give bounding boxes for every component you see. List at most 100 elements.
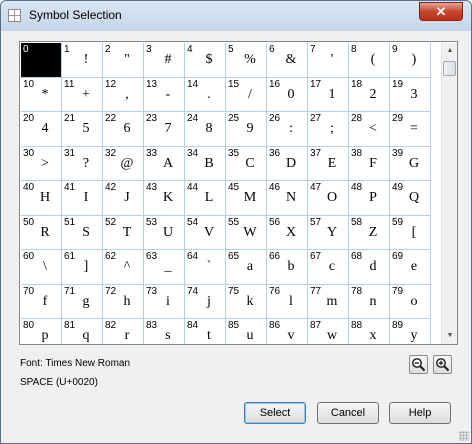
symbol-cell[interactable]: 65 a — [226, 250, 267, 285]
symbol-cell[interactable]: 72 h — [103, 284, 144, 319]
symbol-cell[interactable]: 68 d — [349, 250, 390, 285]
symbol-cell[interactable]: 45 M — [226, 181, 267, 216]
select-button[interactable]: Select — [244, 402, 306, 424]
symbol-cell[interactable]: 21 5 — [62, 112, 103, 147]
symbol-cell[interactable]: 48 P — [349, 181, 390, 216]
close-button[interactable]: ✕ — [419, 2, 463, 21]
symbol-cell[interactable]: 75 k — [226, 284, 267, 319]
symbol-cell[interactable]: 55 W — [226, 215, 267, 250]
symbol-cell[interactable]: 79 o — [390, 284, 431, 319]
scroll-thumb[interactable] — [443, 61, 456, 76]
symbol-cell[interactable]: 71 g — [62, 284, 103, 319]
symbol-cell[interactable]: 69 e — [390, 250, 431, 285]
symbol-cell[interactable]: 34 B — [185, 146, 226, 181]
symbol-cell[interactable]: 20 4 — [21, 112, 62, 147]
symbol-cell[interactable]: 28 < — [349, 112, 390, 147]
symbol-cell[interactable]: 50 R — [21, 215, 62, 250]
symbol-cell[interactable]: 10 * — [21, 77, 62, 112]
symbol-cell[interactable]: 51 S — [62, 215, 103, 250]
symbol-cell[interactable]: 26: — [267, 112, 308, 147]
symbol-cell[interactable]: 12, — [103, 77, 144, 112]
symbol-cell[interactable]: 6 & — [267, 43, 308, 78]
symbol-cell[interactable]: 17 1 — [308, 77, 349, 112]
help-button[interactable]: Help — [389, 402, 451, 424]
symbol-cell[interactable]: 42 J — [103, 181, 144, 216]
symbol-cell[interactable]: 37 E — [308, 146, 349, 181]
symbol-cell[interactable]: 31? — [62, 146, 103, 181]
symbol-cell[interactable]: 89 y — [390, 319, 431, 344]
symbol-cell[interactable]: 80 p — [21, 319, 62, 344]
symbol-cell[interactable]: 8( — [349, 43, 390, 78]
symbol-cell[interactable]: 11 + — [62, 77, 103, 112]
symbol-cell[interactable]: 84 t — [185, 319, 226, 344]
symbol-cell[interactable]: 44 L — [185, 181, 226, 216]
symbol-cell[interactable]: 16 0 — [267, 77, 308, 112]
symbol-cell[interactable]: 70 f — [21, 284, 62, 319]
symbol-cell[interactable]: 2 " — [103, 43, 144, 78]
resize-grip-icon[interactable] — [459, 431, 469, 441]
symbol-cell[interactable]: 83 s — [144, 319, 185, 344]
symbol-cell[interactable]: 13- — [144, 77, 185, 112]
symbol-cell[interactable]: 56 X — [267, 215, 308, 250]
symbol-cell[interactable]: 3 # — [144, 43, 185, 78]
scroll-up-arrow-icon[interactable]: ▲ — [442, 43, 457, 59]
symbol-cell[interactable]: 47 O — [308, 181, 349, 216]
symbol-cell[interactable]: 38 F — [349, 146, 390, 181]
symbol-cell[interactable]: 41 I — [62, 181, 103, 216]
symbol-cell[interactable]: 27; — [308, 112, 349, 147]
symbol-cell[interactable]: 78 n — [349, 284, 390, 319]
symbol-cell[interactable]: 87 w — [308, 319, 349, 344]
symbol-cell[interactable]: 73 i — [144, 284, 185, 319]
scroll-down-arrow-icon[interactable]: ▼ — [442, 328, 457, 344]
symbol-cell[interactable]: 29 = — [390, 112, 431, 147]
symbol-cell[interactable]: 52 T — [103, 215, 144, 250]
symbol-cell[interactable]: 46 N — [267, 181, 308, 216]
symbol-cell[interactable]: 1! — [62, 43, 103, 78]
symbol-cell[interactable]: 85 u — [226, 319, 267, 344]
symbol-cell[interactable]: 63 _ — [144, 250, 185, 285]
symbol-cell[interactable]: 67 c — [308, 250, 349, 285]
symbol-cell[interactable]: 33 A — [144, 146, 185, 181]
symbol-cell[interactable]: 74 j — [185, 284, 226, 319]
title-bar[interactable]: Symbol Selection ✕ — [1, 1, 471, 31]
symbol-cell[interactable]: 40 H — [21, 181, 62, 216]
symbol-cell[interactable]: 23 7 — [144, 112, 185, 147]
symbol-cell[interactable]: 61] — [62, 250, 103, 285]
symbol-cell[interactable]: 15/ — [226, 77, 267, 112]
symbol-cell[interactable]: 24 8 — [185, 112, 226, 147]
zoom-out-button[interactable] — [409, 355, 428, 374]
symbol-cell[interactable]: 7 ' — [308, 43, 349, 78]
symbol-cell[interactable]: 35 C — [226, 146, 267, 181]
symbol-cell[interactable]: 59[ — [390, 215, 431, 250]
symbol-cell[interactable]: 88 x — [349, 319, 390, 344]
symbol-cell[interactable]: 18 2 — [349, 77, 390, 112]
symbol-cell[interactable]: 54 V — [185, 215, 226, 250]
symbol-cell[interactable]: 4 $ — [185, 43, 226, 78]
symbol-cell[interactable]: 30 > — [21, 146, 62, 181]
symbol-cell[interactable]: 62 ^ — [103, 250, 144, 285]
symbol-cell[interactable]: 60 \ — [21, 250, 62, 285]
symbol-cell[interactable]: 0 — [21, 43, 62, 78]
symbol-cell[interactable]: 49 Q — [390, 181, 431, 216]
cancel-button[interactable]: Cancel — [317, 402, 379, 424]
symbol-cell[interactable]: 9) — [390, 43, 431, 78]
symbol-cell[interactable]: 57 Y — [308, 215, 349, 250]
symbol-cell[interactable]: 5% — [226, 43, 267, 78]
symbol-cell[interactable]: 19 3 — [390, 77, 431, 112]
symbol-cell[interactable]: 43 K — [144, 181, 185, 216]
symbol-cell[interactable]: 66 b — [267, 250, 308, 285]
symbol-cell[interactable]: 53 U — [144, 215, 185, 250]
symbol-cell[interactable]: 36 D — [267, 146, 308, 181]
symbol-grid[interactable]: 0 1! 2 " 3 #4 $5% 6 & 7 ' 8(9) 10 * 11 +12, 13-14. 15/16 0… — [21, 43, 431, 344]
vertical-scrollbar[interactable]: ▲ ▼ — [441, 43, 457, 344]
symbol-cell[interactable]: 22 6 — [103, 112, 144, 147]
symbol-cell[interactable]: 82 r — [103, 319, 144, 344]
symbol-cell[interactable]: 81 q — [62, 319, 103, 344]
symbol-cell[interactable]: 64 ` — [185, 250, 226, 285]
symbol-cell[interactable]: 76 l — [267, 284, 308, 319]
symbol-cell[interactable]: 32 @ — [103, 146, 144, 181]
symbol-cell[interactable]: 86 v — [267, 319, 308, 344]
symbol-cell[interactable]: 25 9 — [226, 112, 267, 147]
symbol-cell[interactable]: 77 m — [308, 284, 349, 319]
zoom-in-button[interactable] — [433, 355, 452, 374]
